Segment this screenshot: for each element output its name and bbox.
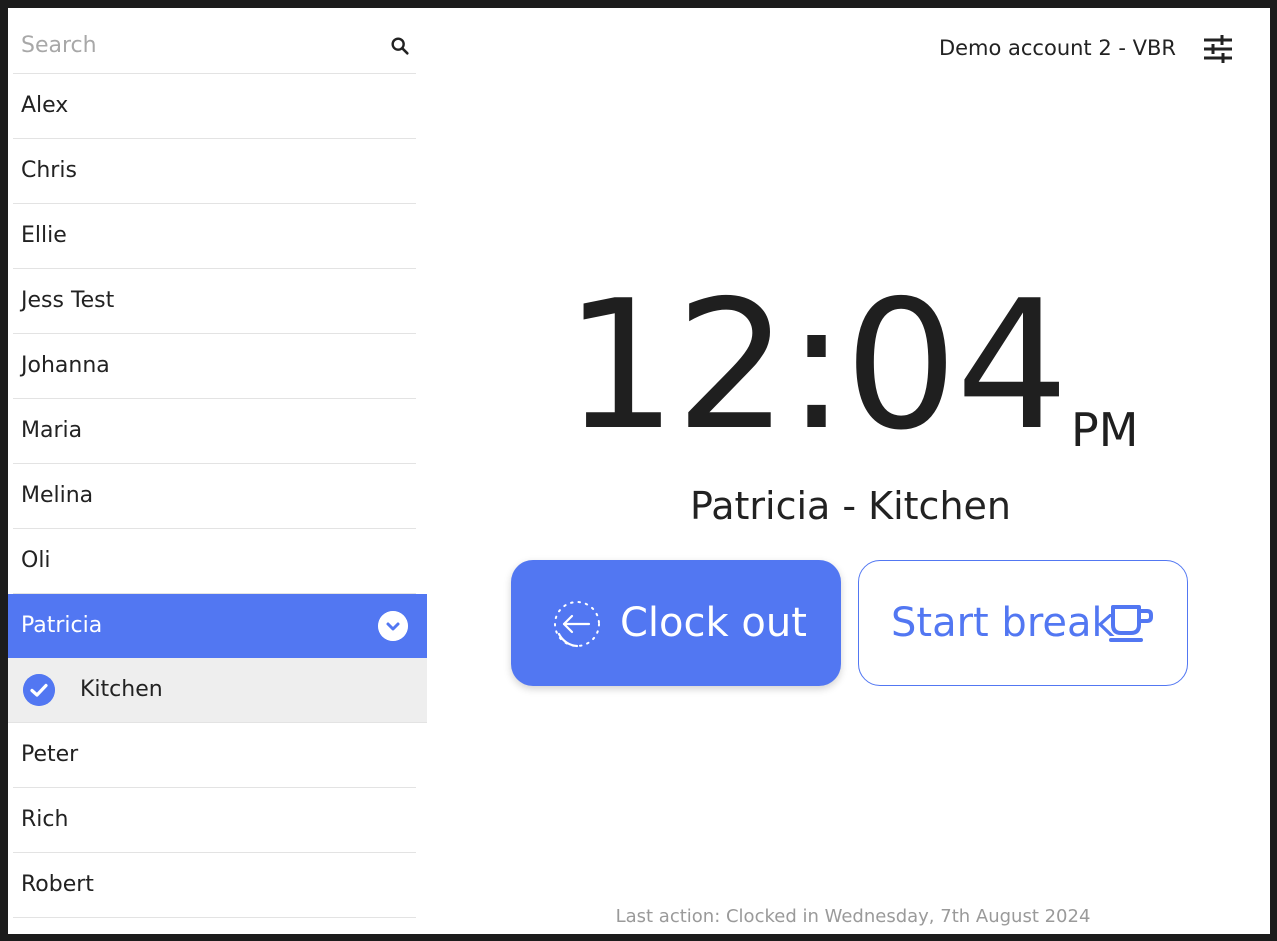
- list-item-maria[interactable]: Maria: [13, 399, 416, 464]
- clock-ampm: PM: [1071, 403, 1139, 457]
- start-break-button[interactable]: Start break: [858, 560, 1188, 686]
- app-screen: Alex Chris Ellie Jess Test Johanna Maria…: [8, 8, 1270, 934]
- list-item-label: Melina: [21, 483, 94, 508]
- list-item-label: Rich: [21, 807, 69, 832]
- employee-sidebar: Alex Chris Ellie Jess Test Johanna Maria…: [8, 8, 427, 934]
- role-item-label: Kitchen: [80, 677, 163, 702]
- list-item-label: Patricia: [21, 613, 103, 638]
- chevron-down-icon[interactable]: [378, 611, 408, 641]
- list-item-label: Robert: [21, 872, 94, 897]
- clock-out-label: Clock out: [620, 600, 807, 646]
- list-item-melina[interactable]: Melina: [13, 464, 416, 529]
- clock-time: 12:04: [564, 262, 1069, 469]
- list-item-label: Johanna: [21, 353, 110, 378]
- list-item-patricia-selected[interactable]: Patricia: [8, 594, 427, 658]
- list-item-johanna[interactable]: Johanna: [13, 334, 416, 399]
- list-item-alex[interactable]: Alex: [13, 74, 416, 139]
- list-item-label: Chris: [21, 158, 77, 183]
- clock-out-button[interactable]: Clock out: [511, 560, 841, 686]
- last-action-status: Last action: Clocked in Wednesday, 7th A…: [615, 906, 1091, 927]
- role-item-kitchen[interactable]: Kitchen: [8, 658, 427, 723]
- clock-display: 12:04 PM: [548, 266, 1168, 466]
- list-item-peter[interactable]: Peter: [13, 723, 416, 788]
- list-item-chris[interactable]: Chris: [13, 139, 416, 204]
- list-item-jess-test[interactable]: Jess Test: [13, 269, 416, 334]
- account-name: Demo account 2 - VBR: [938, 36, 1176, 60]
- sliders-icon[interactable]: [1203, 34, 1233, 64]
- list-item-label: Ellie: [21, 223, 67, 248]
- search-bar: [13, 25, 416, 74]
- list-item-label: Peter: [21, 742, 79, 767]
- list-item-label: Jess Test: [21, 288, 115, 313]
- search-input[interactable]: [13, 25, 373, 65]
- list-item-robert[interactable]: Robert: [13, 853, 416, 918]
- list-item-label: Oli: [21, 548, 51, 573]
- list-item-label: Alex: [21, 93, 69, 118]
- employee-list: Alex Chris Ellie Jess Test Johanna Maria…: [8, 74, 427, 918]
- list-item-label: Maria: [21, 418, 83, 443]
- start-break-label: Start break: [891, 600, 1115, 646]
- clock-out-arrow-icon: [554, 601, 600, 648]
- coffee-cup-icon: [1109, 605, 1153, 642]
- check-circle-icon: [23, 674, 55, 706]
- search-icon[interactable]: [389, 35, 411, 57]
- current-employee-role: Patricia - Kitchen: [690, 484, 1011, 528]
- list-item-ellie[interactable]: Ellie: [13, 204, 416, 269]
- list-item-rich[interactable]: Rich: [13, 788, 416, 853]
- list-item-oli[interactable]: Oli: [13, 529, 416, 594]
